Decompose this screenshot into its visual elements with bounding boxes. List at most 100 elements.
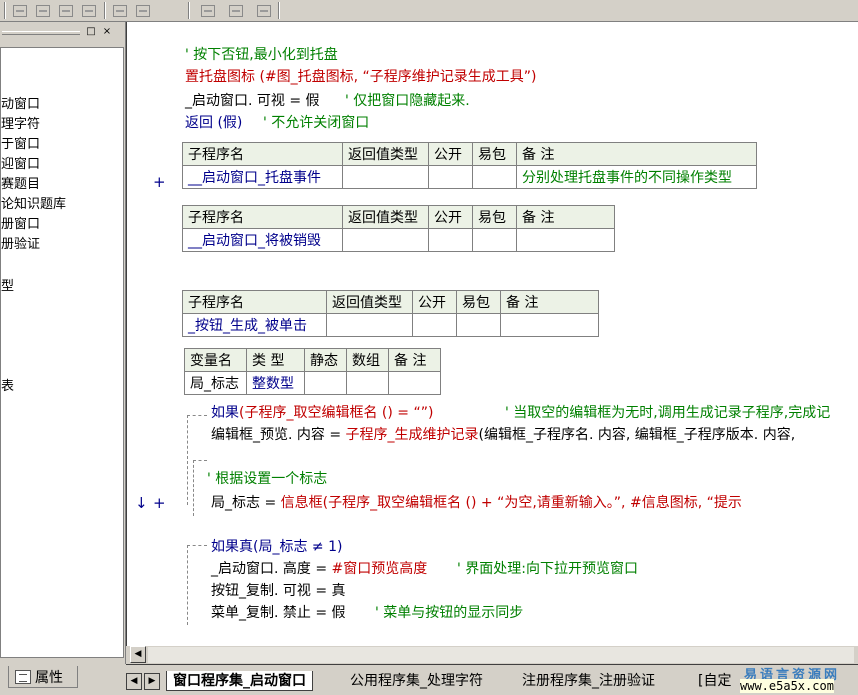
tree-item[interactable]: 动窗口 (1, 96, 41, 114)
col-header: 子程序名 (182, 142, 343, 166)
sub-pkg[interactable] (456, 313, 501, 337)
tab-string-utils[interactable]: 公用程序集_处理字符 (344, 671, 489, 691)
properties-tab[interactable]: 属性 (8, 666, 78, 688)
align-justify-icon[interactable] (79, 1, 99, 20)
code-editor[interactable]: ' 按下否钮,最小化到托盘 置托盘图标 (#图_托盘图标, “子程序维护记录生成… (126, 22, 858, 646)
sub-name[interactable]: __启动窗口_将被销毁 (182, 228, 343, 252)
call-args: (编辑框_子程序名. 内容, 编辑框_子程序版本. 内容, (478, 427, 796, 443)
pin-button[interactable]: □ (84, 26, 98, 39)
code-line: 菜单_复制. 禁止 = 假 (211, 605, 346, 621)
tab-startup-window[interactable]: 窗口程序集_启动窗口 (166, 671, 313, 691)
subroutine-table: 子程序名 返回值类型 公开 易包 备 注 _按钮_生成_被单击 (182, 290, 599, 337)
code-line: 局_标志 = 信息框(子程序_取空编辑框名 () + “为空,请重新输入。”, … (211, 494, 742, 512)
tree-item[interactable]: 册验证 (1, 236, 40, 254)
scroll-left-icon[interactable]: ◀ (130, 646, 146, 663)
col-header: 静态 (304, 348, 347, 372)
horizontal-scrollbar[interactable]: ◀ (126, 646, 858, 664)
v-spacing-icon[interactable] (226, 1, 246, 20)
toolbar-separator (104, 2, 106, 19)
same-width-icon[interactable] (110, 1, 130, 20)
h-spacing-icon[interactable] (198, 1, 218, 20)
col-header: 数组 (346, 348, 389, 372)
var-name[interactable]: 局_标志 (184, 371, 247, 395)
flow-line (187, 415, 188, 505)
code-line: _启动窗口. 高度 = #窗口预览高度 (211, 560, 427, 578)
project-tree: 动窗口 理字符 于窗口 迎窗口 赛题目 论知识题库 册窗口 册验证 型 表 (0, 47, 124, 658)
sub-name[interactable]: _按钮_生成_被单击 (182, 313, 327, 337)
assign-target: 局_标志 = (211, 495, 281, 511)
assign-target: 编辑框_预览. 内容 = (211, 427, 346, 443)
sub-note[interactable] (516, 228, 615, 252)
code-line: 按钮_复制. 可视 = 真 (211, 583, 346, 599)
panel-grip[interactable] (2, 31, 80, 35)
flow-line (187, 415, 207, 416)
col-header: 返回值类型 (342, 142, 429, 166)
sub-public[interactable] (428, 228, 473, 252)
col-header: 公开 (428, 205, 473, 229)
align-toolbar (0, 0, 858, 22)
tree-item[interactable]: 册窗口 (1, 216, 40, 234)
code-comment: ' 不允许关闭窗口 (263, 115, 370, 131)
tree-item[interactable]: 表 (1, 378, 14, 396)
constant: #窗口预览高度 (331, 561, 428, 577)
variable-table: 变量名 类 型 静态 数组 备 注 局_标志 整数型 (184, 348, 441, 395)
expand-plus-icon[interactable]: + (153, 494, 166, 512)
var-static[interactable] (304, 371, 347, 395)
col-header: 备 注 (500, 290, 599, 314)
subroutine-table: 子程序名 返回值类型 公开 易包 备 注 __启动窗口_托盘事件 分别处理托盘事… (182, 142, 757, 189)
properties-icon (15, 669, 31, 684)
sub-note[interactable] (500, 313, 599, 337)
tree-item[interactable]: 赛题目 (1, 176, 40, 194)
tab-prev-icon[interactable]: ◀ (126, 673, 142, 690)
align-center-icon[interactable] (33, 1, 53, 20)
site-watermark: 易语言资源网 www.e5a5x.com (700, 664, 858, 695)
code-comment: ' 按下否钮,最小化到托盘 (185, 47, 338, 63)
if-true-statement: 如果真(局_标志 ≠ 1) (211, 538, 342, 556)
sub-ret[interactable] (326, 313, 413, 337)
sub-public[interactable] (412, 313, 457, 337)
assign-target: _启动窗口. 高度 = (211, 561, 332, 577)
col-header: 公开 (428, 142, 473, 166)
center-icon[interactable] (254, 1, 274, 20)
tab-register-verify[interactable]: 注册程序集_注册验证 (516, 671, 661, 691)
if-condition: (子程序_取空编辑框名 () = “”) (239, 405, 434, 421)
scroll-track[interactable] (148, 647, 854, 663)
align-left-icon[interactable] (10, 1, 30, 20)
tree-item[interactable]: 理字符 (1, 116, 40, 134)
sub-note[interactable]: 分别处理托盘事件的不同操作类型 (516, 165, 757, 189)
col-header: 备 注 (516, 142, 757, 166)
code-line: 编辑框_预览. 内容 = 子程序_生成维护记录(编辑框_子程序名. 内容, 编辑… (211, 426, 795, 444)
col-header: 返回值类型 (326, 290, 413, 314)
sub-name[interactable]: __启动窗口_托盘事件 (182, 165, 343, 189)
sub-pkg[interactable] (472, 228, 517, 252)
tree-item[interactable]: 型 (1, 278, 14, 296)
sub-pkg[interactable] (472, 165, 517, 189)
flow-line (187, 545, 188, 625)
sub-public[interactable] (428, 165, 473, 189)
if-keyword: 如果真 (211, 539, 253, 555)
expand-plus-icon[interactable]: + (153, 173, 166, 191)
var-array[interactable] (346, 371, 389, 395)
col-header: 返回值类型 (342, 205, 429, 229)
col-header: 类 型 (246, 348, 305, 372)
align-right-icon[interactable] (56, 1, 76, 20)
tree-item[interactable]: 迎窗口 (1, 156, 40, 174)
col-header: 变量名 (184, 348, 247, 372)
var-type[interactable]: 整数型 (246, 371, 305, 395)
col-header: 备 注 (388, 348, 441, 372)
tab-next-icon[interactable]: ▶ (144, 673, 160, 690)
toolbar-separator (4, 2, 6, 19)
tree-item[interactable]: 于窗口 (1, 136, 40, 154)
properties-tab-label: 属性 (35, 669, 63, 686)
code-comment: ' 菜单与按钮的显示同步 (375, 605, 524, 621)
flow-line (187, 545, 207, 546)
code-line: _启动窗口. 可视 = 假 (185, 93, 320, 109)
close-button[interactable]: × (100, 26, 114, 39)
sub-ret[interactable] (342, 165, 429, 189)
arrow-down-icon: ↓ (135, 494, 148, 512)
var-note[interactable] (388, 371, 441, 395)
tree-item[interactable]: 论知识题库 (1, 196, 66, 214)
sub-ret[interactable] (342, 228, 429, 252)
code-comment: ' 仅把窗口隐藏起来. (345, 93, 470, 109)
same-height-icon[interactable] (133, 1, 153, 20)
